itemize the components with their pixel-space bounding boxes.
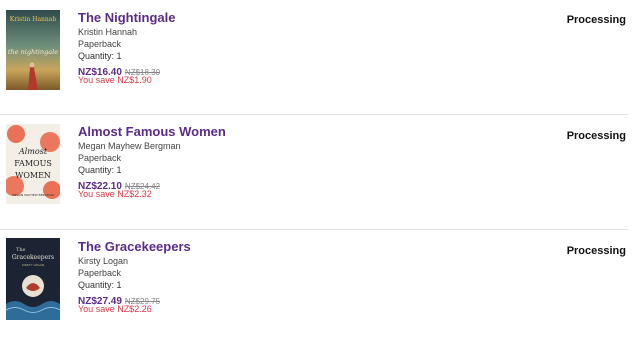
- book-format: Paperback: [78, 39, 122, 49]
- order-status: Processing: [566, 14, 626, 26]
- cover-author-text: Kristin Hannah: [10, 16, 57, 23]
- book-format: Paperback: [78, 153, 122, 163]
- cover-title-line3: WOMEN: [15, 171, 51, 180]
- cover-title-line1: The: [16, 247, 26, 253]
- cover-author-text: KIRSTY LOGAN: [22, 263, 44, 267]
- book-cover-the-gracekeepers[interactable]: The Gracekeepers KIRSTY LOGAN: [6, 238, 60, 320]
- book-title-link[interactable]: The Nightingale: [78, 10, 176, 25]
- book-cover-the-nightingale[interactable]: Kristin Hannah the nightingale: [6, 10, 60, 90]
- book-title-link[interactable]: Almost Famous Women: [78, 124, 226, 139]
- quantity-label: Quantity: 1: [78, 51, 122, 61]
- book-author: Kristin Hannah: [78, 27, 138, 37]
- order-status: Processing: [566, 245, 626, 257]
- order-status: Processing: [566, 130, 626, 142]
- order-item: Kristin Hannah the nightingale The Night…: [0, 0, 640, 114]
- savings-text: You save NZ$1.90: [78, 75, 152, 85]
- book-author: Megan Mayhew Bergman: [78, 141, 181, 151]
- cover-author-text: MEGAN MAYHEW BERGMAN: [12, 193, 54, 197]
- book-format: Paperback: [78, 268, 122, 278]
- order-item: The Gracekeepers KIRSTY LOGAN The Gracek…: [0, 229, 640, 343]
- book-title-link[interactable]: The Gracekeepers: [78, 239, 191, 254]
- cover-title-text: the nightingale: [8, 48, 58, 56]
- order-item: Almost FAMOUS WOMEN MEGAN MAYHEW BERGMAN…: [0, 114, 640, 228]
- quantity-label: Quantity: 1: [78, 165, 122, 175]
- book-author: Kirsty Logan: [78, 256, 129, 266]
- savings-text: You save NZ$2.26: [78, 304, 152, 314]
- savings-text: You save NZ$2.32: [78, 189, 152, 199]
- cover-title-line2: Gracekeepers: [12, 254, 54, 261]
- book-cover-almost-famous-women[interactable]: Almost FAMOUS WOMEN MEGAN MAYHEW BERGMAN: [6, 124, 60, 204]
- cover-title-line2: FAMOUS: [14, 159, 52, 168]
- quantity-label: Quantity: 1: [78, 280, 122, 290]
- cover-title-line1: Almost: [18, 147, 48, 156]
